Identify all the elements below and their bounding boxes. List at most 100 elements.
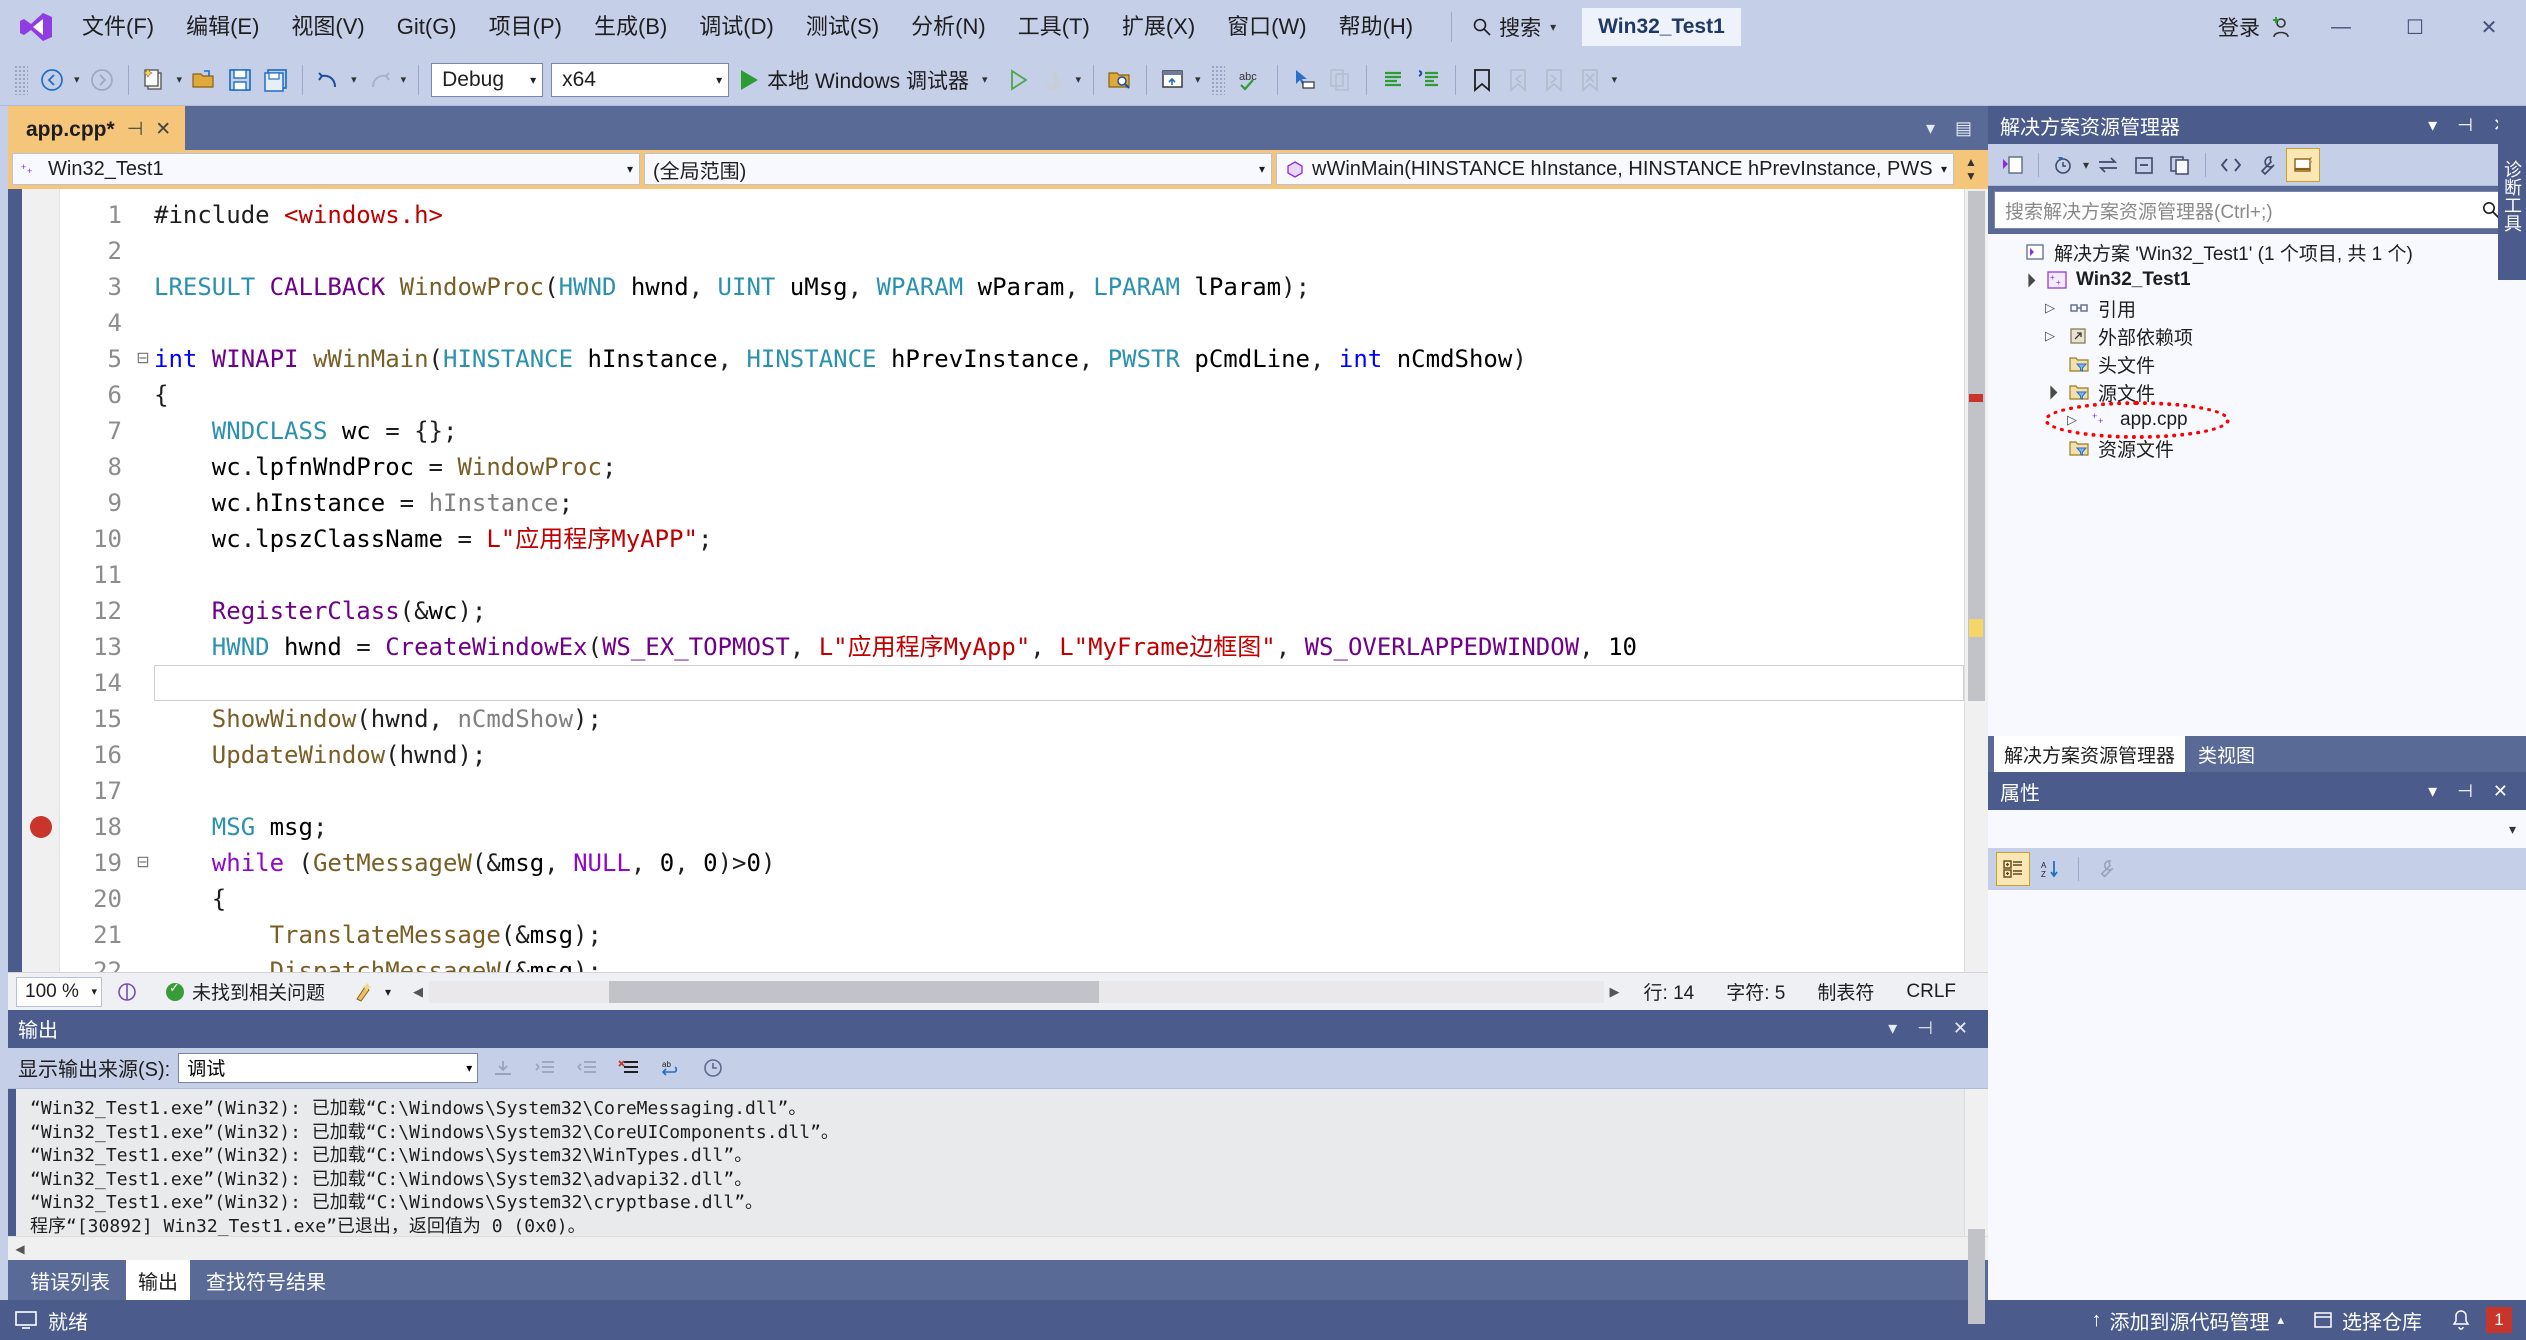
undo-dropdown-icon[interactable]: ▾	[347, 73, 361, 86]
next-message-icon[interactable]	[570, 1052, 604, 1084]
tree-item[interactable]: ▷ 引用	[1988, 294, 2526, 322]
output-source-combo[interactable]: 调试 ▾	[178, 1052, 479, 1083]
chevron-down-icon[interactable]: ▾	[2083, 158, 2089, 172]
solution-explorer-search-input[interactable]: 搜索解决方案资源管理器(Ctrl+;) ▾	[1994, 191, 2520, 229]
toolbar-grip[interactable]	[1210, 64, 1225, 95]
menu-help[interactable]: 帮助(H)	[1325, 8, 1428, 46]
pin-icon[interactable]: ⊣	[2447, 781, 2483, 802]
code-line[interactable]: UpdateWindow(hwnd);	[154, 737, 1964, 773]
hscroll-thumb[interactable]	[609, 980, 1100, 1003]
close-icon[interactable]: ✕	[155, 118, 171, 141]
preview-selected-items-icon[interactable]	[2286, 147, 2321, 182]
navigate-backward-dropdown-icon[interactable]: ▾	[70, 73, 84, 86]
issue-navigation-icon[interactable]	[102, 981, 152, 1003]
comment-block-icon[interactable]	[1375, 60, 1411, 100]
new-window-dropdown-icon[interactable]: ▾	[1191, 73, 1205, 86]
menu-analyze[interactable]: 分析(N)	[897, 8, 1000, 46]
output-vertical-scrollbar[interactable]	[1964, 1089, 1988, 1325]
hscroll-track[interactable]	[32, 1237, 1964, 1260]
active-project-chip[interactable]: Win32_Test1	[1582, 8, 1741, 46]
tree-collapsed-icon[interactable]: ▷	[2062, 412, 2082, 428]
save-icon[interactable]	[222, 60, 258, 100]
tab-list-icon[interactable]: ▾	[1918, 118, 1943, 139]
close-icon[interactable]: ✕	[1943, 1018, 1978, 1039]
find-message-icon[interactable]	[486, 1052, 520, 1084]
tree-expanded-icon[interactable]: ◢	[2037, 379, 2062, 404]
clear-bookmarks-icon[interactable]	[1572, 60, 1608, 100]
redo-dropdown-icon[interactable]: ▾	[397, 73, 411, 86]
start-debugging-button[interactable]: 本地 Windows 调试器 ▾	[733, 60, 999, 100]
code-line[interactable]: int WINAPI wWinMain(HINSTANCE hInstance,…	[154, 341, 1964, 377]
sign-in-button[interactable]: 登录	[2206, 12, 2304, 42]
notifications-button[interactable]: 1	[2436, 1300, 2526, 1340]
code-line[interactable]: wc.lpfnWndProc = WindowProc;	[154, 449, 1964, 485]
scroll-left-icon[interactable]: ◀	[413, 984, 423, 1000]
toggle-bookmark-icon[interactable]	[1464, 60, 1500, 100]
pin-icon[interactable]: ⊣	[1907, 1018, 1943, 1039]
property-pages-icon[interactable]	[2089, 852, 2123, 886]
pin-icon[interactable]: ⊣	[2447, 115, 2483, 136]
alphabetical-view-icon[interactable]: AZ	[2034, 852, 2068, 886]
panel-menu-icon[interactable]: ▾	[1878, 1018, 1907, 1039]
new-project-dropdown-icon[interactable]: ▾	[173, 73, 187, 86]
menu-project[interactable]: 项目(P)	[475, 8, 576, 46]
tree-item[interactable]: 资源文件	[1988, 434, 2526, 462]
spell-check-icon[interactable]: abc	[1231, 60, 1269, 100]
output-horizontal-scrollbar[interactable]: ◀ ▶	[8, 1236, 1988, 1260]
editor-vertical-scrollbar[interactable]	[1964, 189, 1988, 972]
navigate-backward-icon[interactable]	[34, 60, 70, 100]
navbar-member-combo[interactable]: wWinMain(HINSTANCE hInstance, HINSTANCE …	[1276, 153, 1954, 186]
properties-grid[interactable]	[1988, 890, 2526, 1300]
tree-item[interactable]: ▷ 外部依赖项	[1988, 322, 2526, 350]
open-file-icon[interactable]	[186, 60, 222, 100]
menu-build[interactable]: 生成(B)	[580, 8, 681, 46]
code-folding-margin[interactable]: ⊟ ⊟	[132, 189, 154, 972]
select-repository-button[interactable]: 选择仓库	[2298, 1300, 2436, 1340]
code-line[interactable]: TranslateMessage(&msg);	[154, 917, 1964, 953]
menu-test[interactable]: 测试(S)	[792, 8, 893, 46]
code-line[interactable]: while (GetMessageW(&msg, NULL, 0, 0)>0)	[154, 845, 1964, 881]
uncomment-block-icon[interactable]	[1411, 60, 1447, 100]
code-line[interactable]: #include <windows.h>	[154, 197, 1964, 233]
panel-menu-icon[interactable]: ▾	[2418, 115, 2447, 136]
code-line[interactable]	[154, 773, 1964, 809]
code-line[interactable]: {	[154, 377, 1964, 413]
word-wrap-icon[interactable]: ab	[654, 1052, 688, 1084]
code-cleanup-icon[interactable]: ▾	[339, 981, 405, 1003]
navbar-splitter-icon[interactable]: ▲ ▼	[1958, 155, 1984, 183]
minimize-button[interactable]: —	[2304, 0, 2378, 54]
code-line[interactable]: RegisterClass(&wc);	[154, 593, 1964, 629]
previous-bookmark-icon[interactable]	[1500, 60, 1536, 100]
menu-file[interactable]: 文件(F)	[68, 8, 168, 46]
undo-icon[interactable]	[311, 60, 347, 100]
menu-tools[interactable]: 工具(T)	[1004, 8, 1104, 46]
navbar-scope-combo[interactable]: (全局范围) ▾	[644, 153, 1272, 186]
add-to-source-control-button[interactable]: ↑ 添加到源代码管理 ▴	[2077, 1300, 2298, 1340]
code-line[interactable]: {	[154, 881, 1964, 917]
solution-platform-combo[interactable]: x64 ▾	[551, 62, 730, 97]
code-line[interactable]: MSG msg;	[154, 809, 1964, 845]
previous-message-icon[interactable]	[528, 1052, 562, 1084]
fold-toggle-icon[interactable]: ⊟	[132, 341, 154, 377]
collapse-all-icon[interactable]	[2127, 148, 2161, 182]
categorized-view-icon[interactable]	[1996, 852, 2030, 886]
document-tab-app-cpp[interactable]: app.cpp* ⊣ ✕	[8, 106, 186, 150]
solution-configuration-combo[interactable]: Debug ▾	[431, 62, 544, 97]
sync-with-active-document-icon[interactable]	[2091, 148, 2125, 182]
tree-item[interactable]: ◢ 源文件	[1988, 378, 2526, 406]
pin-icon[interactable]: ⊣	[127, 118, 144, 141]
clear-all-icon[interactable]	[612, 1052, 646, 1084]
code-line[interactable]	[154, 233, 1964, 269]
tree-expanded-icon[interactable]: ◢	[2015, 267, 2040, 292]
output-text-area[interactable]: “Win32_Test1.exe”(Win32): 已加载“C:\Windows…	[8, 1089, 1988, 1325]
code-line[interactable]: wc.lpszClassName = L"应用程序MyAPP";	[154, 521, 1964, 557]
tab-output[interactable]: 输出	[126, 1259, 190, 1301]
code-line[interactable]: wc.hInstance = hInstance;	[154, 485, 1964, 521]
maximize-button[interactable]: ☐	[2378, 0, 2452, 54]
tab-error-list[interactable]: 错误列表	[18, 1260, 122, 1301]
properties-icon[interactable]	[2250, 148, 2284, 182]
navbar-project-combo[interactable]: + + Win32_Test1 ▾	[12, 153, 640, 186]
toolbar-grip[interactable]	[14, 64, 28, 95]
navigate-forward-icon[interactable]	[84, 60, 120, 100]
hot-reload-dropdown-icon[interactable]: ▾	[1072, 73, 1086, 86]
